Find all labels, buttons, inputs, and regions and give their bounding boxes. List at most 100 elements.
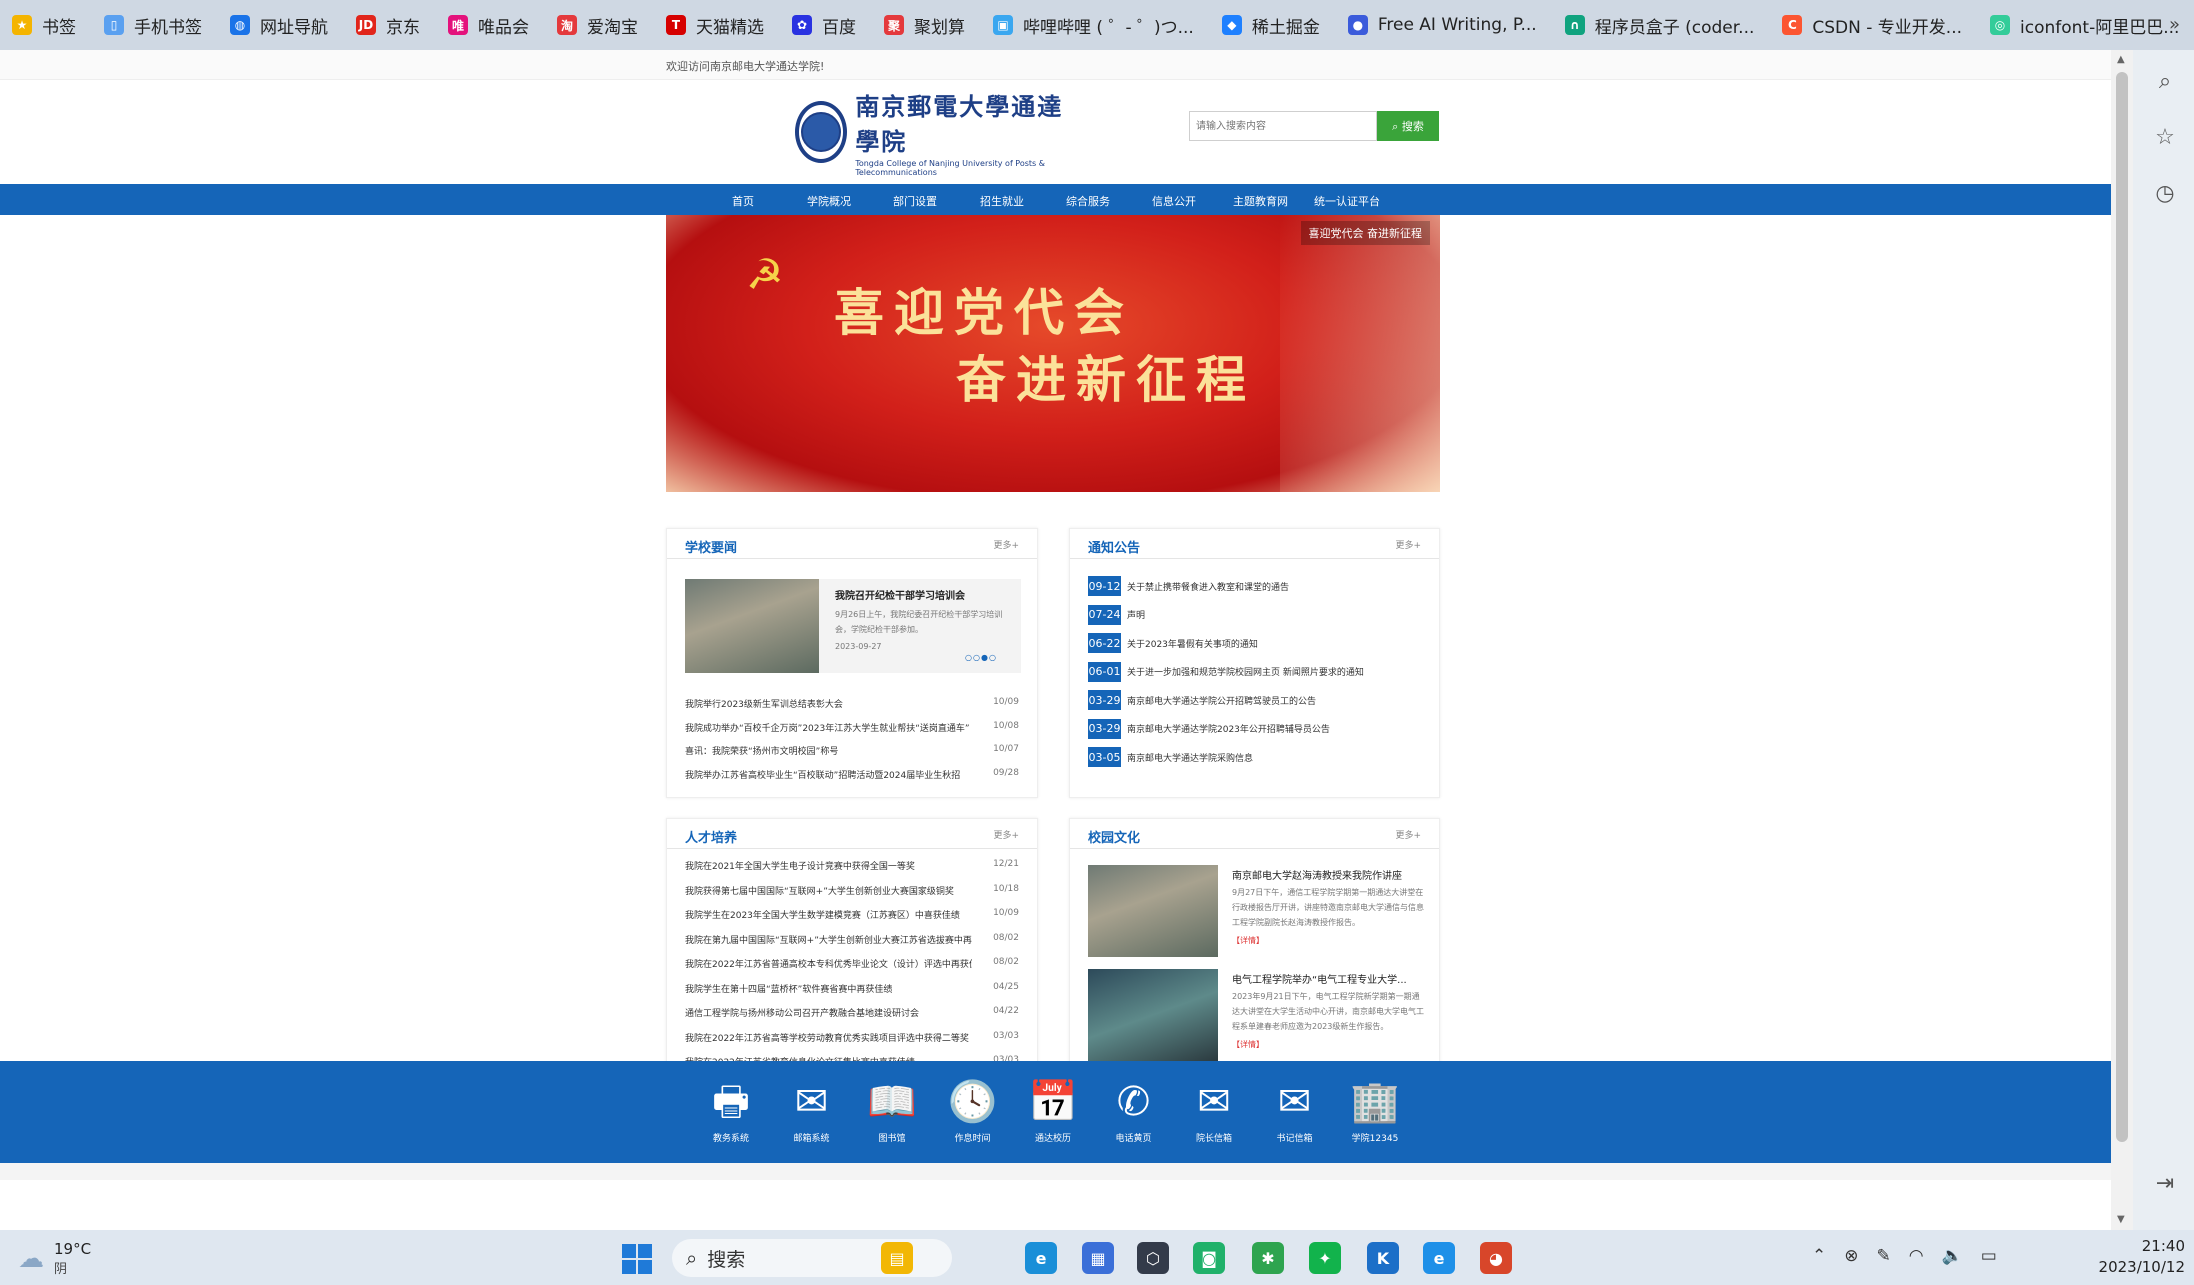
bookmark-item[interactable]: ◆ 稀土掘金 bbox=[1221, 13, 1320, 38]
nav-item[interactable]: 综合服务 bbox=[1066, 193, 1110, 209]
system-clock[interactable]: 21:40 2023/10/12 bbox=[2095, 1236, 2185, 1278]
wifi-icon[interactable]: ◠ bbox=[1909, 1246, 1924, 1266]
bookmark-favicon-glyph: T bbox=[671, 18, 681, 32]
bookmark-favicon-icon: ● bbox=[1347, 15, 1368, 35]
scrollbar-thumb[interactable] bbox=[2116, 72, 2128, 1142]
talent-list-item[interactable]: 通信工程学院与扬州移动公司召开产教融合基地建设研讨会 04/22 bbox=[685, 1006, 1019, 1022]
quick-link-4[interactable]: 🕓 作息时间 bbox=[943, 1079, 1003, 1144]
search-icon[interactable]: ⌕ bbox=[2153, 70, 2177, 94]
news-list-item[interactable]: 我院举办江苏省高校毕业生“百校联动”招聘活动暨2024届毕业生秋招 09/28 bbox=[685, 768, 1019, 784]
bookmark-item[interactable]: ✿ 百度 bbox=[792, 13, 856, 38]
quick-link-9[interactable]: 🏢 学院12345 bbox=[1345, 1079, 1405, 1144]
app-icon-2[interactable]: ◙ bbox=[1193, 1242, 1225, 1274]
talent-list-item[interactable]: 我院学生在2023年全国大学生数学建模竞赛（江苏赛区）中喜获佳绩 10/09 bbox=[685, 908, 1019, 924]
page-scrollbar[interactable]: ▲ ▼ bbox=[2111, 50, 2133, 1230]
bookmark-item[interactable]: C CSDN - 专业开发... bbox=[1782, 13, 1962, 38]
culture-item[interactable]: 电气工程学院举办“电气工程专业大学... 2023年9月21日下午，电气工程学院新… bbox=[1088, 969, 1424, 1061]
bookmark-item[interactable]: ▯ 手机书签 bbox=[104, 13, 202, 38]
bookmark-item[interactable]: ◎ iconfont-阿里巴巴... bbox=[1990, 13, 2179, 38]
school-news-more-link[interactable]: 更多+ bbox=[993, 538, 1019, 551]
volume-icon[interactable]: 🔈 bbox=[1942, 1246, 1963, 1266]
news-list-item[interactable]: 我院举行2023级新生军训总结表彰大会 10/09 bbox=[685, 697, 1019, 713]
collapse-sidebar-icon[interactable]: ⇥ bbox=[2153, 1172, 2177, 1196]
notice-item[interactable]: 03-05 南京邮电大学通达学院采购信息 bbox=[1088, 746, 1253, 768]
nav-item[interactable]: 首页 bbox=[732, 193, 754, 209]
talent-list-item[interactable]: 我院在2021年全国大学生电子设计竞赛中获得全国一等奖 12/21 bbox=[685, 859, 1019, 875]
bookmark-favicon-glyph: 淘 bbox=[560, 18, 573, 33]
chevron-up-icon[interactable]: ⌃ bbox=[1812, 1246, 1826, 1266]
app-icon-1[interactable]: ⬡ bbox=[1137, 1242, 1169, 1274]
bookmark-item[interactable]: T 天猫精选 bbox=[666, 13, 764, 38]
nav-item[interactable]: 统一认证平台 bbox=[1314, 193, 1380, 209]
bookmark-item[interactable]: ◍ 网址导航 bbox=[230, 13, 328, 38]
app-icon-4[interactable]: ✦ bbox=[1309, 1242, 1341, 1274]
bookmark-favicon-glyph: ◎ bbox=[1994, 18, 2006, 32]
bookmark-item[interactable]: 淘爱淘宝 bbox=[557, 13, 638, 38]
app-icon-5[interactable]: K bbox=[1367, 1242, 1399, 1274]
talent-list-item[interactable]: 我院在2022年江苏省普通高校本专科优秀毕业论文（设计）评选中再获佳绩 08/02 bbox=[685, 957, 1019, 973]
quick-link-6[interactable]: ✆ 电话黄页 bbox=[1104, 1079, 1164, 1144]
notice-item[interactable]: 07-24 声明 bbox=[1088, 604, 1145, 626]
quick-link-1[interactable]: 🖶 教务系统 bbox=[701, 1079, 761, 1144]
nav-item[interactable]: 部门设置 bbox=[893, 193, 937, 209]
battery-icon[interactable]: ▭ bbox=[1981, 1246, 1997, 1266]
store-app-icon[interactable]: ▦ bbox=[1082, 1242, 1114, 1274]
file-explorer-app-icon[interactable]: ▤ bbox=[881, 1242, 913, 1274]
news-list-item[interactable]: 我院成功举办“百校千企万岗”2023年江苏大学生就业帮扶“送岗直通车” 10/08 bbox=[685, 721, 1019, 737]
cloud-icon: ☁ bbox=[18, 1243, 44, 1274]
app-icon-3[interactable]: ✱ bbox=[1252, 1242, 1284, 1274]
culture-detail-link[interactable]: 【详情】 bbox=[1232, 935, 1264, 946]
nav-item[interactable]: 招生就业 bbox=[980, 193, 1024, 209]
pen-icon[interactable]: ✎ bbox=[1877, 1246, 1891, 1266]
quick-link-5[interactable]: 📅 通达校历 bbox=[1023, 1079, 1083, 1144]
culture-more-link[interactable]: 更多+ bbox=[1395, 828, 1421, 841]
notice-item[interactable]: 03-29 南京邮电大学通达学院2023年公开招聘辅导员公告 bbox=[1088, 718, 1330, 740]
close-circle-icon[interactable]: ⊗ bbox=[1844, 1246, 1858, 1266]
search-input[interactable] bbox=[1189, 111, 1377, 141]
app-icon-6[interactable]: ◕ bbox=[1480, 1242, 1512, 1274]
bookmark-item[interactable]: ★ 书签 bbox=[12, 13, 76, 38]
culture-detail-link[interactable]: 【详情】 bbox=[1232, 1039, 1264, 1050]
edge-app-icon[interactable]: e bbox=[1025, 1242, 1057, 1274]
culture-item[interactable]: 南京邮电大学赵海涛教授来我院作讲座 9月27日下午，通信工程学院学期第一期通达大讲… bbox=[1088, 865, 1424, 957]
bookmark-favicon-glyph: ● bbox=[1352, 18, 1364, 32]
notice-item[interactable]: 06-01 关于进一步加强和规范学院校园网主页 新闻照片要求的通知 bbox=[1088, 661, 1364, 683]
nav-item[interactable]: 学院概况 bbox=[807, 193, 851, 209]
talent-list-item[interactable]: 我院获得第七届中国国际“互联网+”大学生创新创业大赛国家级铜奖 10/18 bbox=[685, 884, 1019, 900]
bookmark-item[interactable]: JD 京东 bbox=[356, 13, 420, 38]
weather-widget[interactable]: ☁ 19°C 阴 bbox=[18, 1240, 91, 1277]
notice-item[interactable]: 09-12 关于禁止携带餐食进入教室和课堂的通告 bbox=[1088, 575, 1289, 597]
bookmark-item[interactable]: 唯唯品会 bbox=[448, 13, 529, 38]
talent-more-link[interactable]: 更多+ bbox=[993, 828, 1019, 841]
nav-item[interactable]: 信息公开 bbox=[1152, 193, 1196, 209]
quick-link-2[interactable]: ✉ 邮箱系统 bbox=[782, 1079, 842, 1144]
carousel-dots[interactable]: ○○●○ bbox=[965, 653, 997, 662]
notice-item[interactable]: 03-29 南京邮电大学通达学院公开招聘驾驶员工的公告 bbox=[1088, 689, 1316, 711]
nav-item[interactable]: 主题教育网 bbox=[1233, 193, 1288, 209]
favorite-star-icon[interactable]: ☆ bbox=[2153, 126, 2177, 150]
talent-list-item[interactable]: 我院学生在第十四届“蓝桥杯”软件赛省赛中再获佳绩 04/25 bbox=[685, 982, 1019, 998]
notices-more-link[interactable]: 更多+ bbox=[1395, 538, 1421, 551]
hero-banner[interactable]: ☭ 喜迎党代会 奋进新征程 喜迎党代会 奋进新征程 bbox=[666, 215, 1440, 492]
start-button[interactable] bbox=[622, 1244, 652, 1274]
news-title: 我院举办江苏省高校毕业生“百校联动”招聘活动暨2024届毕业生秋招 bbox=[685, 770, 961, 781]
browser-app-icon[interactable]: e bbox=[1423, 1242, 1455, 1274]
scroll-down-arrow-icon[interactable]: ▼ bbox=[2117, 1214, 2125, 1225]
site-logo[interactable]: 南京郵電大學通達學院 Tongda College of Nanjing Uni… bbox=[795, 92, 1080, 177]
talent-list-item[interactable]: 我院在2022年江苏省高等学校劳动教育优秀实践项目评选中获得二等奖 03/03 bbox=[685, 1031, 1019, 1047]
bookmark-item[interactable]: ● Free AI Writing, P... bbox=[1347, 15, 1537, 35]
talent-list-item[interactable]: 我院在第九届中国国际“互联网+”大学生创新创业大赛江苏省选拔赛中再获佳绩 08/0… bbox=[685, 933, 1019, 949]
quick-link-7[interactable]: ✉ 院长信箱 bbox=[1184, 1079, 1244, 1144]
notice-item[interactable]: 06-22 关于2023年暑假有关事项的通知 bbox=[1088, 632, 1258, 654]
featured-news-card[interactable]: 我院召开纪检干部学习培训会 9月26日上午，我院纪委召开纪检干部学习培训会，学院… bbox=[685, 579, 1021, 673]
bookmark-item[interactable]: ∩ 程序员盒子 (coder... bbox=[1564, 13, 1754, 38]
quick-link-3[interactable]: 📖 图书馆 bbox=[862, 1079, 922, 1144]
history-clock-icon[interactable]: ◷ bbox=[2153, 182, 2177, 206]
scroll-up-arrow-icon[interactable]: ▲ bbox=[2117, 54, 2125, 65]
bookmark-item[interactable]: ▣ 哔哩哔哩 ( ゜- ゜)つ... bbox=[993, 13, 1194, 38]
bookmark-item[interactable]: 聚聚划算 bbox=[884, 13, 965, 38]
search-button[interactable]: ⌕ 搜索 bbox=[1377, 111, 1439, 141]
bookmarks-overflow-button[interactable]: » bbox=[2169, 14, 2180, 35]
quick-link-8[interactable]: ✉ 书记信箱 bbox=[1265, 1079, 1325, 1144]
news-list-item[interactable]: 喜讯：我院荣获“扬州市文明校园”称号 10/07 bbox=[685, 744, 1019, 760]
